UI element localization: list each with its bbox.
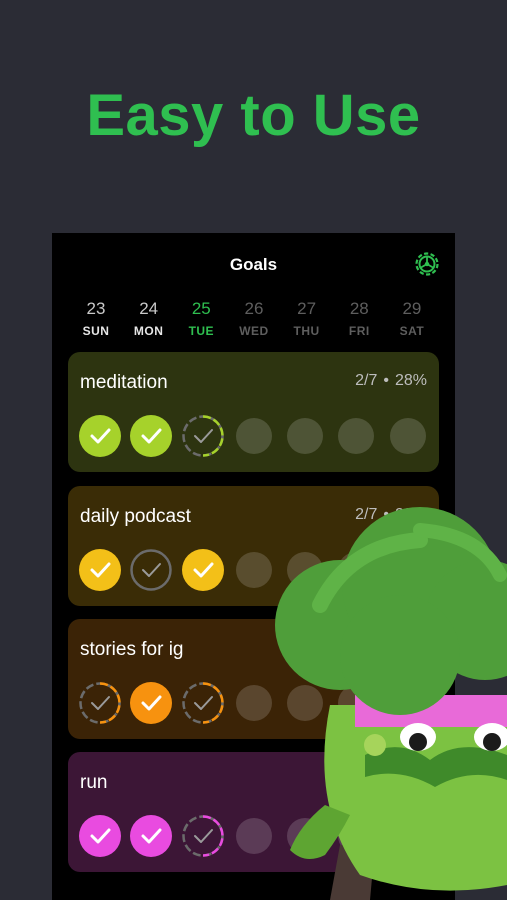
day-check-done[interactable] [129,681,173,725]
day-label: THU [293,324,320,338]
day-check-done[interactable] [129,814,173,858]
goal-percent: 28% [394,372,427,389]
goal-name: daily podcast [80,506,191,527]
day-label: SAT [399,324,425,338]
day-check-empty[interactable] [334,414,378,458]
day-wed[interactable]: 26 WED [232,299,276,338]
day-number: 25 [191,299,211,318]
day-check-partial[interactable] [181,414,225,458]
day-sun[interactable]: 23 SUN [74,299,118,338]
top-bar: Goals [52,233,455,295]
page-title: Goals [229,255,278,274]
day-label: WED [239,324,269,338]
day-check-partial[interactable] [181,681,225,725]
day-tue[interactable]: 25 TUE [179,299,223,338]
day-number: 27 [297,299,317,318]
day-label: SUN [82,324,110,338]
day-number: 23 [86,299,106,318]
day-check-empty[interactable] [232,414,276,458]
broccoli-mascot-image [275,507,507,900]
day-fri[interactable]: 28 FRI [337,299,381,338]
day-number: 26 [244,299,264,318]
day-number: 29 [402,299,422,318]
day-label: MON [133,324,164,338]
day-check-done[interactable] [78,414,122,458]
day-check-done[interactable] [129,414,173,458]
goal-name: run [80,772,108,793]
day-check-empty[interactable] [386,414,430,458]
goal-card[interactable]: meditation 2/7 • 28% [68,352,439,472]
day-check-done[interactable] [78,548,122,592]
day-check-done[interactable] [78,814,122,858]
goal-name: stories for ig [80,639,184,660]
day-label: FRI [348,324,370,338]
day-check-done[interactable] [181,548,225,592]
gear-icon[interactable] [414,251,440,277]
headline: Easy to Use [86,83,421,148]
separator-dot: • [383,372,389,389]
day-check-partial[interactable] [181,814,225,858]
goal-day-checks [78,414,437,458]
day-mon[interactable]: 24 MON [127,299,171,338]
day-number: 28 [349,299,369,318]
day-thu[interactable]: 27 THU [285,299,329,338]
day-label: TUE [188,324,215,338]
day-check-skip[interactable] [129,548,173,592]
day-check-empty[interactable] [283,414,327,458]
day-sat[interactable]: 29 SAT [390,299,434,338]
goal-name: meditation [80,372,168,393]
day-check-partial[interactable] [78,681,122,725]
day-number: 24 [139,299,159,318]
goal-stats: 2/7 • 28% [355,372,427,390]
week-strip: 23 SUN 24 MON 25 TUE 26 WED 27 THU 28 FRI 29 SAT [74,299,434,338]
goal-count: 2/7 [355,372,378,389]
